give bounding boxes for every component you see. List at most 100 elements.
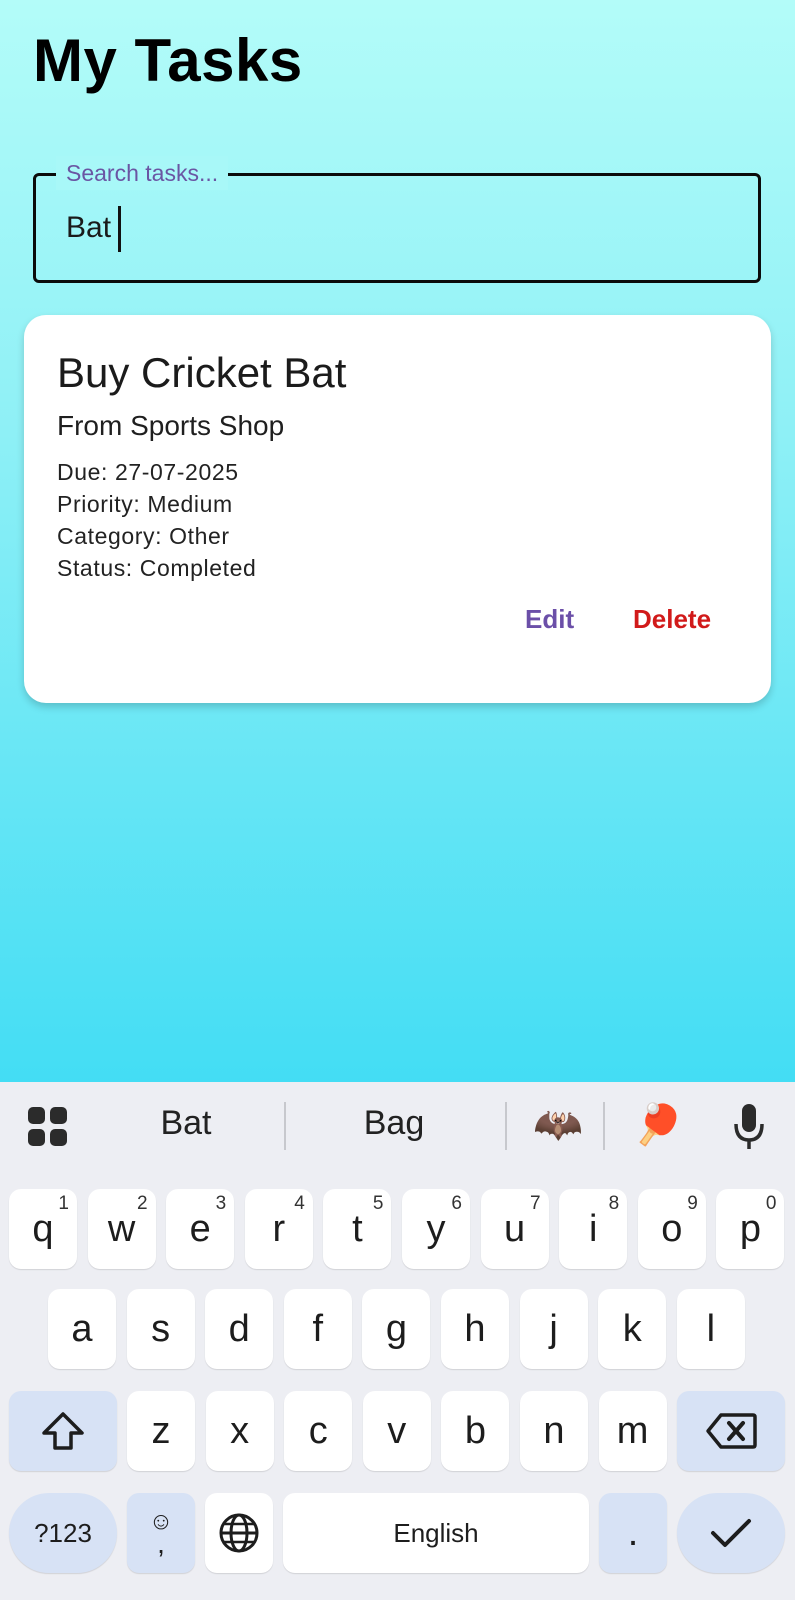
key-hint: 2 xyxy=(137,1193,148,1214)
backspace-key[interactable] xyxy=(677,1391,785,1471)
key-z[interactable]: z xyxy=(127,1391,195,1471)
symbols-key[interactable]: ?123 xyxy=(9,1493,117,1573)
key-label: h xyxy=(464,1307,486,1350)
task-card[interactable]: Buy Cricket Bat From Sports Shop Due: 27… xyxy=(24,315,771,703)
on-screen-keyboard: Bat Bag 🦇 🏓 ?123 ☺ , English . q 1 w 2 e… xyxy=(0,1082,795,1600)
period-key[interactable]: . xyxy=(599,1493,667,1573)
task-status: Status: Completed xyxy=(57,555,257,581)
suggestion-bar: Bat Bag 🦇 🏓 xyxy=(0,1082,795,1172)
key-label: o xyxy=(661,1207,683,1250)
key-label: j xyxy=(549,1307,558,1350)
key-d[interactable]: d xyxy=(205,1289,274,1369)
key-w[interactable]: w2 xyxy=(87,1189,156,1269)
key-hint: 4 xyxy=(294,1193,305,1214)
key-label: p xyxy=(739,1207,761,1250)
bat-emoji-suggestion[interactable]: 🦇 xyxy=(533,1100,583,1150)
key-label: l xyxy=(706,1307,716,1350)
key-hint: 0 xyxy=(765,1193,777,1214)
key-r[interactable]: r4 xyxy=(244,1189,313,1269)
key-hint: 9 xyxy=(687,1193,698,1214)
key-a[interactable]: a xyxy=(48,1289,116,1369)
key-s[interactable]: s xyxy=(126,1289,195,1369)
key-label: t xyxy=(352,1207,363,1250)
suggestion-divider xyxy=(284,1102,286,1150)
ping-pong-emoji-suggestion[interactable]: 🏓 xyxy=(633,1100,683,1150)
key-label: u xyxy=(504,1207,526,1250)
key-label: b xyxy=(464,1409,486,1452)
key-label: r xyxy=(272,1207,286,1250)
key-m[interactable]: m xyxy=(598,1391,667,1471)
app-screen: My Tasks Search tasks... Buy Cricket Bat… xyxy=(0,0,795,1082)
key-g[interactable]: g xyxy=(362,1289,431,1369)
key-hint: 5 xyxy=(372,1193,384,1214)
key-p[interactable]: p0 xyxy=(716,1189,785,1269)
globe-icon xyxy=(219,1513,259,1553)
key-l[interactable]: l xyxy=(676,1289,745,1369)
checkmark-icon xyxy=(711,1519,751,1547)
key-label: n xyxy=(543,1409,565,1452)
key-label: s xyxy=(151,1307,171,1350)
key-label: g xyxy=(385,1307,407,1350)
search-field[interactable]: Search tasks... xyxy=(33,156,761,283)
key-n[interactable]: n xyxy=(520,1391,588,1471)
task-title: Buy Cricket Bat xyxy=(57,349,347,396)
key-label: d xyxy=(228,1307,250,1350)
key-hint: 3 xyxy=(215,1193,227,1214)
delete-button[interactable]: Delete xyxy=(633,604,711,635)
key-h[interactable]: h xyxy=(441,1289,509,1369)
space-key[interactable]: English xyxy=(283,1493,589,1573)
backspace-icon xyxy=(706,1413,757,1449)
key-label: y xyxy=(426,1207,446,1250)
emoji-comma-key[interactable]: ☺ , xyxy=(127,1493,195,1573)
suggestion-2[interactable]: Bag xyxy=(334,1104,454,1143)
key-label: w xyxy=(107,1207,136,1250)
task-due: Due: 27-07-2025 xyxy=(57,459,239,485)
key-i[interactable]: i8 xyxy=(559,1189,628,1269)
task-description: From Sports Shop xyxy=(57,410,285,441)
comma-label: , xyxy=(157,1528,165,1559)
key-hint: 1 xyxy=(58,1193,69,1214)
apps-grid-icon[interactable] xyxy=(28,1107,68,1147)
key-label: m xyxy=(616,1409,649,1452)
key-label: a xyxy=(71,1307,93,1350)
task-priority: Priority: Medium xyxy=(57,491,233,517)
key-c[interactable]: c xyxy=(284,1391,353,1471)
key-label: c xyxy=(308,1409,328,1452)
enter-key[interactable] xyxy=(677,1493,785,1573)
suggestion-1[interactable]: Bat xyxy=(126,1104,246,1143)
suggestion-divider xyxy=(603,1102,605,1150)
key-label: x xyxy=(230,1409,250,1452)
text-cursor xyxy=(118,206,121,252)
microphone-icon[interactable] xyxy=(732,1102,766,1152)
key-e[interactable]: e3 xyxy=(166,1189,235,1269)
key-t[interactable]: t5 xyxy=(323,1189,392,1269)
key-label: k xyxy=(622,1307,642,1350)
search-label: Search tasks... xyxy=(56,156,229,190)
key-label: z xyxy=(151,1409,171,1452)
language-key[interactable] xyxy=(205,1493,273,1573)
key-label: q xyxy=(32,1207,54,1250)
key-hint: 7 xyxy=(530,1193,541,1214)
key-o[interactable]: o9 xyxy=(637,1189,706,1269)
key-label: v xyxy=(387,1409,407,1452)
key-hint: 8 xyxy=(608,1193,620,1214)
key-f[interactable]: f xyxy=(283,1289,352,1369)
key-hint: 6 xyxy=(451,1193,462,1214)
key-y[interactable]: y6 xyxy=(402,1189,470,1269)
key-j[interactable]: j xyxy=(519,1289,588,1369)
search-input[interactable] xyxy=(66,202,726,254)
shift-key[interactable] xyxy=(9,1391,117,1471)
key-x[interactable]: x xyxy=(205,1391,274,1471)
shift-arrow-icon xyxy=(42,1412,84,1450)
key-k[interactable]: k xyxy=(598,1289,667,1369)
page-title: My Tasks xyxy=(33,27,303,94)
key-label: f xyxy=(312,1307,324,1350)
key-b[interactable]: b xyxy=(441,1391,510,1471)
key-q[interactable]: q1 xyxy=(9,1189,77,1269)
suggestion-divider xyxy=(505,1102,507,1150)
key-label: e xyxy=(189,1207,211,1250)
task-category: Category: Other xyxy=(57,523,230,549)
key-v[interactable]: v xyxy=(362,1391,431,1471)
key-u[interactable]: u7 xyxy=(480,1189,549,1269)
edit-button[interactable]: Edit xyxy=(525,604,574,635)
